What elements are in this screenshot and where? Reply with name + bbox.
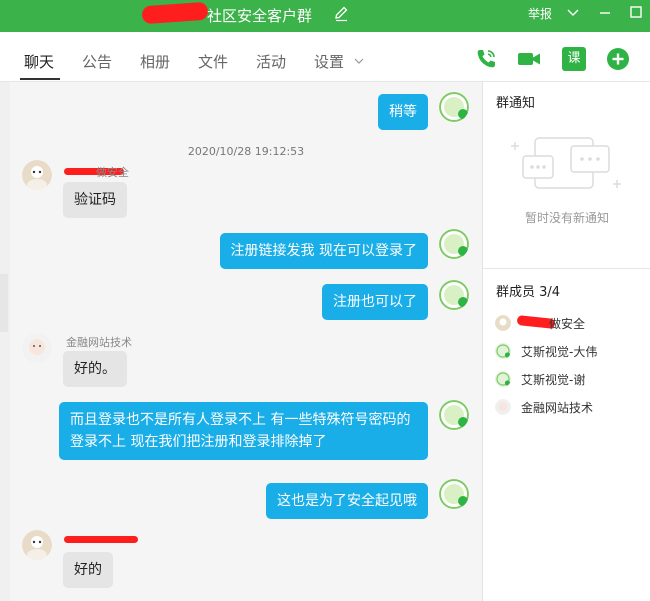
- avatar-self[interactable]: [439, 400, 469, 430]
- avatar-user[interactable]: [22, 333, 52, 363]
- tab-files[interactable]: 文件: [198, 51, 228, 72]
- member-name: 艾斯视觉-大伟: [521, 345, 598, 359]
- empty-notice-illustration: [511, 137, 621, 189]
- avatar-user[interactable]: [22, 160, 52, 190]
- redacted-mark: [141, 1, 209, 25]
- minimize-icon[interactable]: [597, 4, 613, 20]
- message-bubble-outgoing[interactable]: 而且登录也不是所有人登录不上 有一些特殊符号密码的登录不上 现在我们把注册和登录…: [59, 402, 428, 460]
- message-bubble-outgoing[interactable]: 注册也可以了: [322, 284, 428, 320]
- member-name: 艾斯视觉-谢: [521, 373, 586, 387]
- sender-name: 做安全: [96, 166, 129, 179]
- maximize-icon[interactable]: [628, 4, 644, 20]
- edit-icon[interactable]: [333, 3, 349, 23]
- group-notice-title: 群通知: [496, 96, 536, 111]
- group-sidebar: 群通知 暂时没有新通知 群成员 3/4 做安全 艾斯视觉-大伟 艾斯视觉-谢 金…: [482, 82, 650, 601]
- video-call-icon[interactable]: [517, 47, 541, 71]
- member-name: 做安全: [549, 317, 586, 331]
- collapse-handle[interactable]: [0, 274, 8, 332]
- add-icon[interactable]: [606, 47, 630, 71]
- group-members-title: 群成员 3/4: [496, 285, 561, 300]
- title-bar: 社区安全客户群 举报: [0, 0, 650, 32]
- avatar-self[interactable]: [439, 229, 469, 259]
- empty-notice-text: 暂时没有新通知: [524, 211, 609, 225]
- chevron-down-icon[interactable]: [565, 4, 581, 20]
- left-edge: [0, 82, 10, 601]
- phone-icon[interactable]: [474, 47, 498, 71]
- divider: [483, 268, 650, 269]
- tab-album[interactable]: 相册: [140, 51, 170, 72]
- tab-bar: 聊天 公告 相册 文件 活动 设置 课: [0, 32, 650, 82]
- message-bubble-incoming[interactable]: 验证码: [63, 182, 127, 218]
- member-item[interactable]: 艾斯视觉-大伟: [495, 341, 645, 361]
- avatar-self[interactable]: [439, 280, 469, 310]
- avatar-user[interactable]: [22, 530, 52, 560]
- avatar-self[interactable]: [439, 479, 469, 509]
- member-item[interactable]: 金融网站技术: [495, 397, 645, 417]
- member-name: 金融网站技术: [521, 401, 594, 415]
- message-bubble-outgoing[interactable]: 注册链接发我 现在可以登录了: [219, 233, 428, 269]
- member-avatar: [495, 399, 511, 415]
- message-bubble-incoming[interactable]: 好的。: [63, 351, 127, 387]
- message-bubble-outgoing[interactable]: 稍等: [378, 94, 428, 130]
- avatar-self[interactable]: [439, 92, 469, 122]
- report-button[interactable]: 举报: [528, 5, 552, 22]
- tab-announcement[interactable]: 公告: [82, 51, 112, 72]
- member-item[interactable]: 艾斯视觉-谢: [495, 369, 645, 389]
- tab-settings[interactable]: 设置: [314, 51, 344, 72]
- sender-name: 金融网站技术: [66, 336, 132, 349]
- message-timestamp: 2020/10/28 19:12:53: [187, 145, 305, 158]
- chat-area[interactable]: 稍等 2020/10/28 19:12:53 做安全 验证码 注册链接发我 现在…: [10, 82, 482, 601]
- message-bubble-incoming[interactable]: 好的: [63, 552, 113, 588]
- member-item[interactable]: 做安全: [495, 313, 645, 333]
- redacted-mark: [64, 536, 138, 543]
- active-tab-indicator: [20, 78, 60, 80]
- window-title: 社区安全客户群: [207, 7, 313, 25]
- course-icon[interactable]: 课: [562, 47, 586, 71]
- member-avatar: [495, 315, 511, 331]
- tab-chat[interactable]: 聊天: [24, 51, 54, 72]
- tab-activity[interactable]: 活动: [256, 51, 286, 72]
- member-avatar: [495, 371, 511, 387]
- message-bubble-outgoing[interactable]: 这也是为了安全起见哦: [266, 483, 428, 519]
- member-avatar: [495, 343, 511, 359]
- chevron-down-icon[interactable]: [354, 57, 364, 65]
